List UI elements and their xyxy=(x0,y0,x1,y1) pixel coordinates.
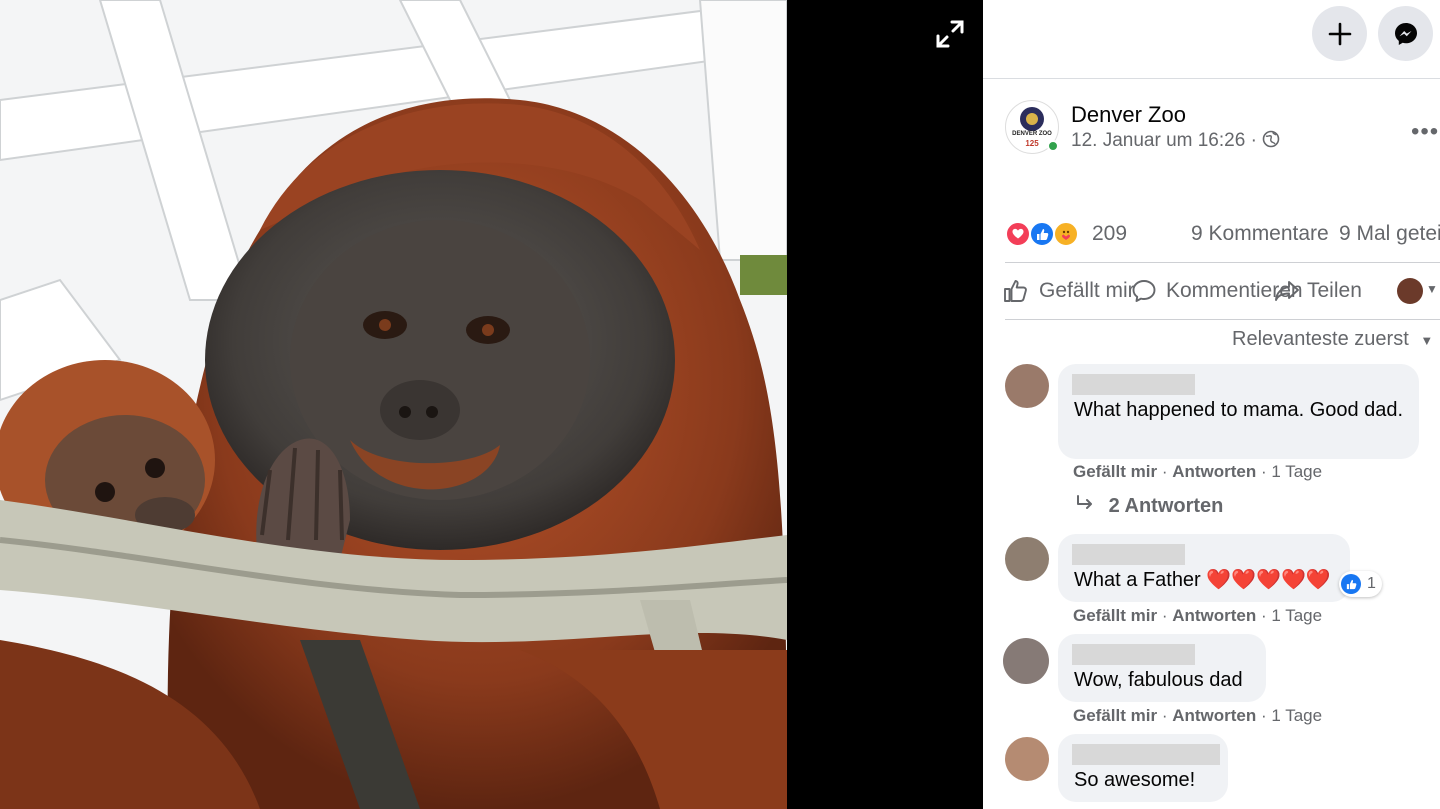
comment-bubble: What a Father ❤️❤️❤️❤️❤️ xyxy=(1058,534,1350,602)
redacted-name xyxy=(1072,644,1195,665)
comment-reply-link[interactable]: Antworten xyxy=(1172,462,1256,481)
comment-sort-dropdown[interactable]: Relevanteste zuerst ▼ xyxy=(1232,328,1433,351)
actions-top-divider xyxy=(1005,262,1440,263)
comment-actions: Gefällt mir · Antworten · 1 Tage xyxy=(1073,706,1323,725)
more-icon: ••• xyxy=(1411,118,1440,145)
comment-like-link[interactable]: Gefällt mir xyxy=(1073,462,1157,481)
comment-text: Wow, fabulous dad xyxy=(1074,669,1243,691)
comment-like-link[interactable]: Gefällt mir xyxy=(1073,706,1157,725)
comment-bubble: Wow, fabulous dad xyxy=(1058,634,1266,702)
post-timestamp[interactable]: 12. Januar um 16:26 xyxy=(1071,130,1245,151)
like-button-label: Gefällt mir xyxy=(1039,279,1135,302)
commenter-avatar[interactable] xyxy=(1005,537,1049,581)
reactions-bar: 209 9 Kommentare 9 Mal geteilt xyxy=(1005,218,1440,250)
redacted-name xyxy=(1072,374,1195,395)
chevron-down-icon[interactable]: ▼ xyxy=(1426,282,1438,296)
messenger-button[interactable] xyxy=(1378,6,1433,61)
comment-age[interactable]: 1 Tage xyxy=(1271,462,1322,481)
shares-count-link[interactable]: 9 Mal geteilt xyxy=(1339,222,1440,246)
sort-label: Relevanteste zuerst xyxy=(1232,328,1409,350)
comment-reaction-count: 1 xyxy=(1367,575,1376,592)
comments-count-link[interactable]: 9 Kommentare xyxy=(1191,222,1329,246)
sort-chevron-icon: ▼ xyxy=(1420,333,1434,348)
view-replies-link[interactable]: 2 Antworten xyxy=(1075,495,1223,518)
page-name-link[interactable]: Denver Zoo xyxy=(1071,102,1186,128)
commenter-avatar[interactable] xyxy=(1003,638,1049,684)
plus-icon xyxy=(1328,22,1351,45)
top-bar xyxy=(983,0,1440,79)
comment-actions: Gefällt mir · Antworten · 1 Tage xyxy=(1073,462,1323,481)
comment-actions: Gefällt mir · Antworten · 1 Tage xyxy=(1073,606,1323,625)
care-reaction-icon xyxy=(1053,221,1079,247)
reactor-avatar[interactable] xyxy=(1397,278,1423,304)
comment-reply-link[interactable]: Antworten xyxy=(1172,706,1256,725)
love-reaction-icon xyxy=(1005,221,1031,247)
orangutan-photo xyxy=(0,0,787,809)
share-button[interactable]: Teilen xyxy=(1273,278,1362,304)
share-icon xyxy=(1275,281,1299,301)
globe-icon xyxy=(1262,130,1280,148)
expand-icon xyxy=(936,20,964,48)
comment-text: What happened to mama. Good dad. xyxy=(1074,399,1404,421)
post-meta: 12. Januar um 16:26 · xyxy=(1071,130,1280,152)
reply-arrow-icon xyxy=(1077,495,1092,509)
create-button[interactable] xyxy=(1312,6,1367,61)
like-button[interactable]: Gefällt mir xyxy=(1003,278,1135,304)
comment-reaction-badge[interactable]: 1 xyxy=(1339,571,1382,597)
redacted-name xyxy=(1072,744,1220,765)
like-reaction-icon xyxy=(1029,221,1055,247)
share-button-label: Teilen xyxy=(1307,279,1362,302)
expand-button[interactable] xyxy=(934,18,966,50)
comment-age[interactable]: 1 Tage xyxy=(1271,706,1322,725)
commenter-avatar[interactable] xyxy=(1005,364,1049,408)
comment-age[interactable]: 1 Tage xyxy=(1271,606,1322,625)
comment-text: What a Father ❤️❤️❤️❤️❤️ xyxy=(1074,569,1331,591)
replies-label: 2 Antworten xyxy=(1108,495,1224,517)
comment-bubble: What happened to mama. Good dad. xyxy=(1058,364,1419,459)
comment-bubble: So awesome! xyxy=(1058,734,1228,802)
post-sidebar: DENVER ZOO 125 Denver Zoo 12. Januar um … xyxy=(983,0,1440,809)
more-options-button[interactable]: ••• xyxy=(1411,118,1439,146)
post-photo[interactable] xyxy=(0,0,787,809)
comment-text: So awesome! xyxy=(1074,769,1196,791)
page-avatar-text: DENVER ZOO xyxy=(1012,131,1052,137)
photo-backdrop xyxy=(787,0,983,809)
thumbs-up-icon xyxy=(1004,280,1027,302)
meta-separator: · xyxy=(1250,130,1257,151)
commenter-avatar[interactable] xyxy=(1005,737,1049,781)
online-status-dot xyxy=(1047,140,1059,152)
reaction-count[interactable]: 209 xyxy=(1092,222,1127,246)
like-reaction-icon xyxy=(1341,574,1361,594)
comment-icon xyxy=(1132,280,1156,302)
comment-like-link[interactable]: Gefällt mir xyxy=(1073,606,1157,625)
actions-bottom-divider xyxy=(1005,319,1440,320)
messenger-icon xyxy=(1394,22,1417,45)
redacted-name xyxy=(1072,544,1185,565)
comment-reply-link[interactable]: Antworten xyxy=(1172,606,1256,625)
